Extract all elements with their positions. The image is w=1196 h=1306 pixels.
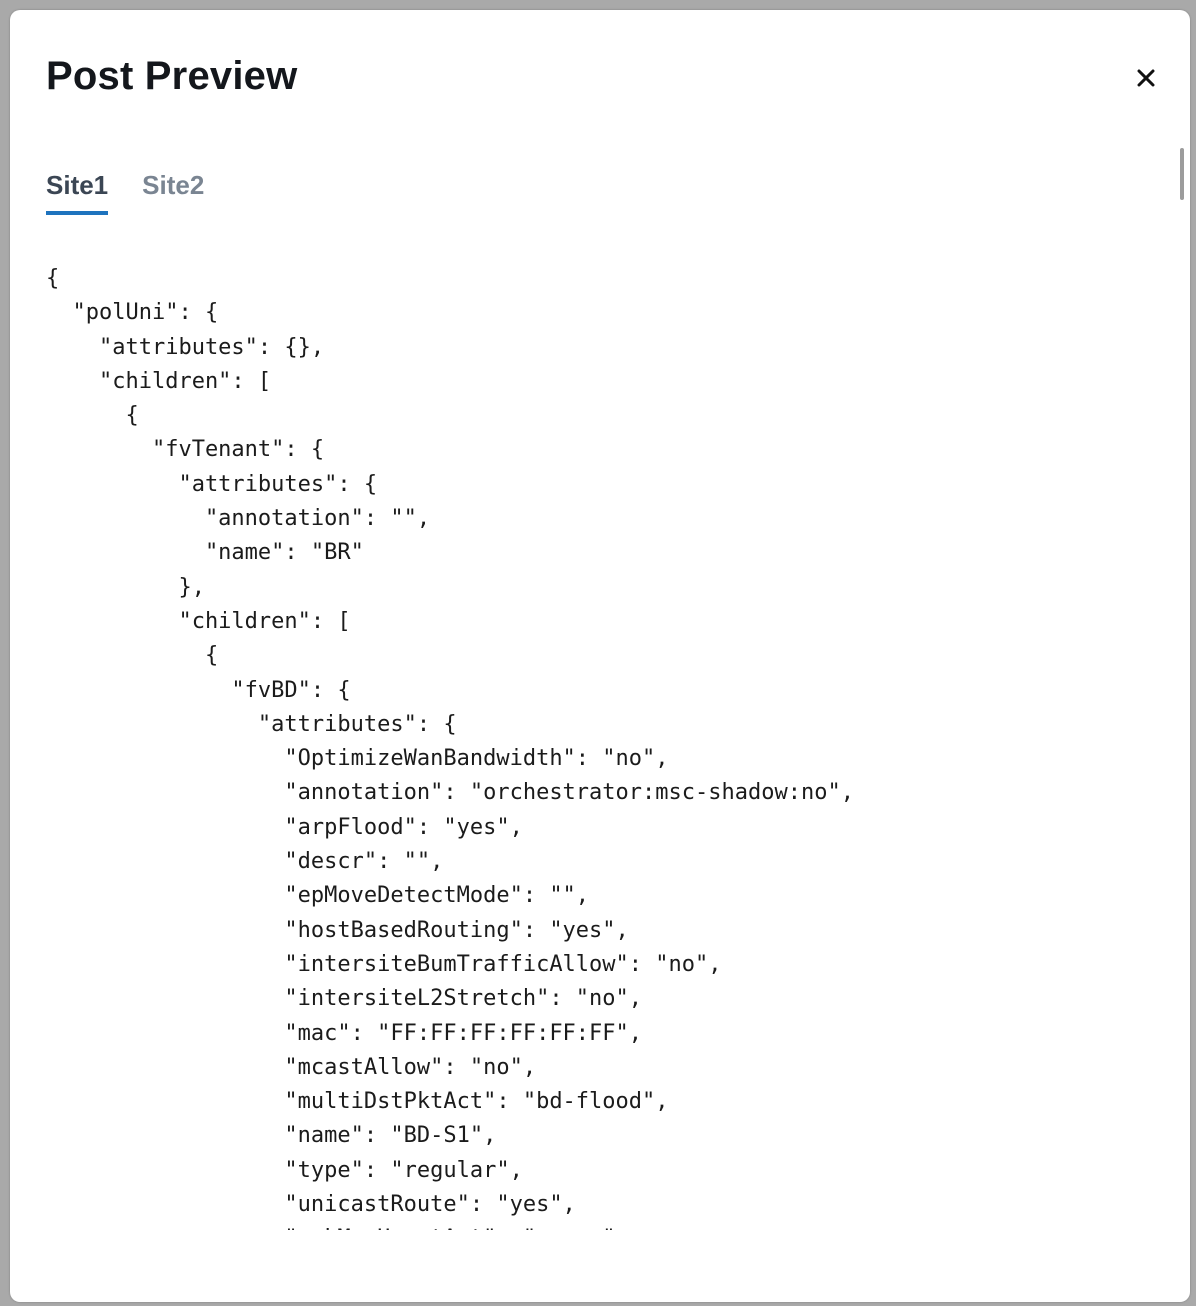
scrollbar-thumb[interactable] (1180, 148, 1184, 200)
tab-site1[interactable]: Site1 (46, 170, 109, 215)
tab-site2[interactable]: Site2 (142, 170, 204, 215)
modal-title: Post Preview (46, 54, 298, 98)
post-preview-modal: Post Preview Site1 Site2 { "polUni": { "… (10, 10, 1190, 1302)
close-icon (1137, 69, 1155, 87)
close-button[interactable] (1130, 62, 1162, 94)
json-preview[interactable]: { "polUni": { "attributes": {}, "childre… (46, 262, 1156, 1230)
json-code: { "polUni": { "attributes": {}, "childre… (46, 266, 854, 1230)
site-tabs: Site1 Site2 (46, 170, 238, 215)
